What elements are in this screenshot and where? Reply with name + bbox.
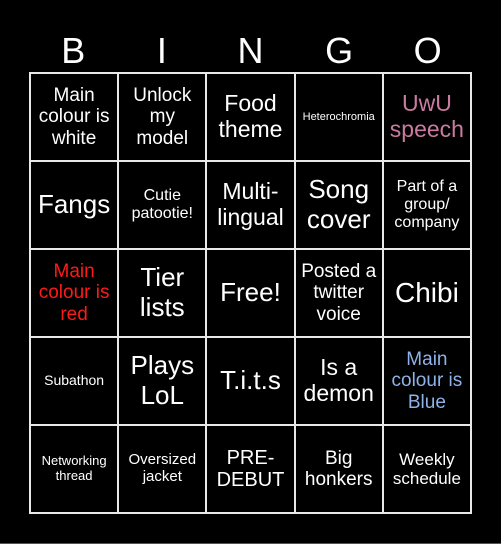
bingo-cell[interactable]: Chibi (382, 249, 471, 337)
bingo-cell[interactable]: Cutie patootie! (118, 161, 207, 249)
bingo-cell[interactable]: Song cover (294, 161, 383, 249)
bingo-cell[interactable]: Main colour is red (30, 249, 119, 337)
header-letter-g: G (325, 30, 354, 71)
bingo-cell[interactable]: Big honkers (294, 425, 383, 513)
bingo-cell[interactable]: Unlock my model (118, 73, 207, 161)
bingo-cell[interactable]: Main colour is Blue (382, 337, 471, 425)
bingo-cell[interactable]: Posted a twitter voice (294, 249, 383, 337)
bingo-cell[interactable]: Tier lists (118, 249, 207, 337)
header-letter-o: O (413, 30, 442, 71)
bingo-cell[interactable]: PRE-DEBUT (206, 425, 295, 513)
bingo-card: B I N G O Main colour is white Unlock my… (0, 0, 501, 544)
bingo-header: B I N G O (29, 30, 472, 72)
header-letter-b: B (61, 30, 86, 71)
bingo-cell[interactable]: UwU speech (382, 73, 471, 161)
header-letter-n: N (237, 30, 264, 71)
header-letter-i: I (156, 30, 167, 71)
bingo-cell[interactable]: Multi-lingual (206, 161, 295, 249)
free-space-cell[interactable]: Free! (206, 249, 295, 337)
bingo-grid: Main colour is white Unlock my model Foo… (29, 72, 472, 514)
bingo-cell[interactable]: Fangs (30, 161, 119, 249)
bingo-cell[interactable]: Weekly schedule (382, 425, 471, 513)
bingo-cell[interactable]: Main colour is white (30, 73, 119, 161)
bingo-cell[interactable]: Subathon (30, 337, 119, 425)
bingo-cell[interactable]: Is a demon (294, 337, 383, 425)
bingo-cell[interactable]: Oversized jacket (118, 425, 207, 513)
bingo-cell[interactable]: Heterochromia (294, 73, 383, 161)
bingo-cell[interactable]: Plays LoL (118, 337, 207, 425)
bingo-cell[interactable]: T.i.t.s (206, 337, 295, 425)
bingo-cell[interactable]: Part of a group/ company (382, 161, 471, 249)
bingo-cell[interactable]: Food theme (206, 73, 295, 161)
bingo-cell[interactable]: Networking thread (30, 425, 119, 513)
